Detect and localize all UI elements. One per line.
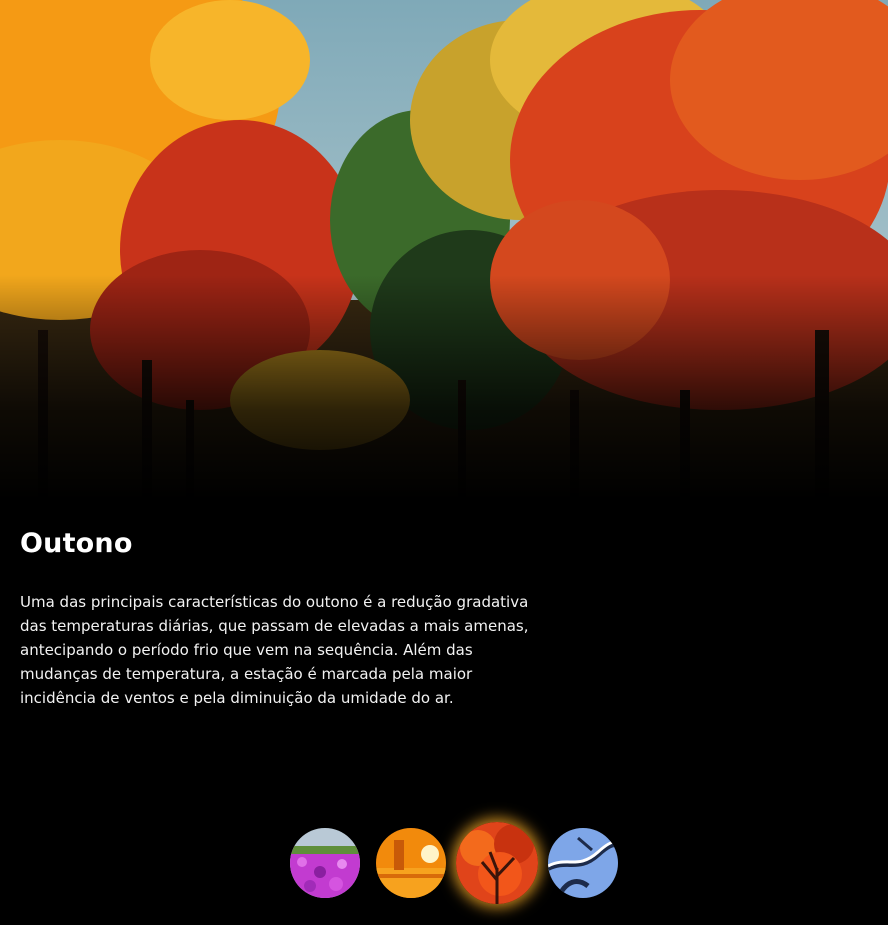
thumbnail-spring[interactable] (290, 828, 360, 898)
season-title: Outono (20, 528, 133, 559)
autumn-tree-icon (456, 822, 538, 904)
thumbnail-autumn[interactable] (456, 822, 538, 904)
autumn-forest-illustration (0, 0, 888, 500)
snowy-branches-icon (548, 828, 618, 898)
season-selector (288, 822, 622, 906)
thumbnail-summer[interactable] (376, 828, 446, 898)
flower-field-icon (290, 828, 360, 898)
hero-image (0, 0, 888, 500)
season-description: Uma das principais características do ou… (20, 593, 529, 707)
sunset-icon (376, 828, 446, 898)
thumbnail-winter[interactable] (548, 828, 618, 898)
